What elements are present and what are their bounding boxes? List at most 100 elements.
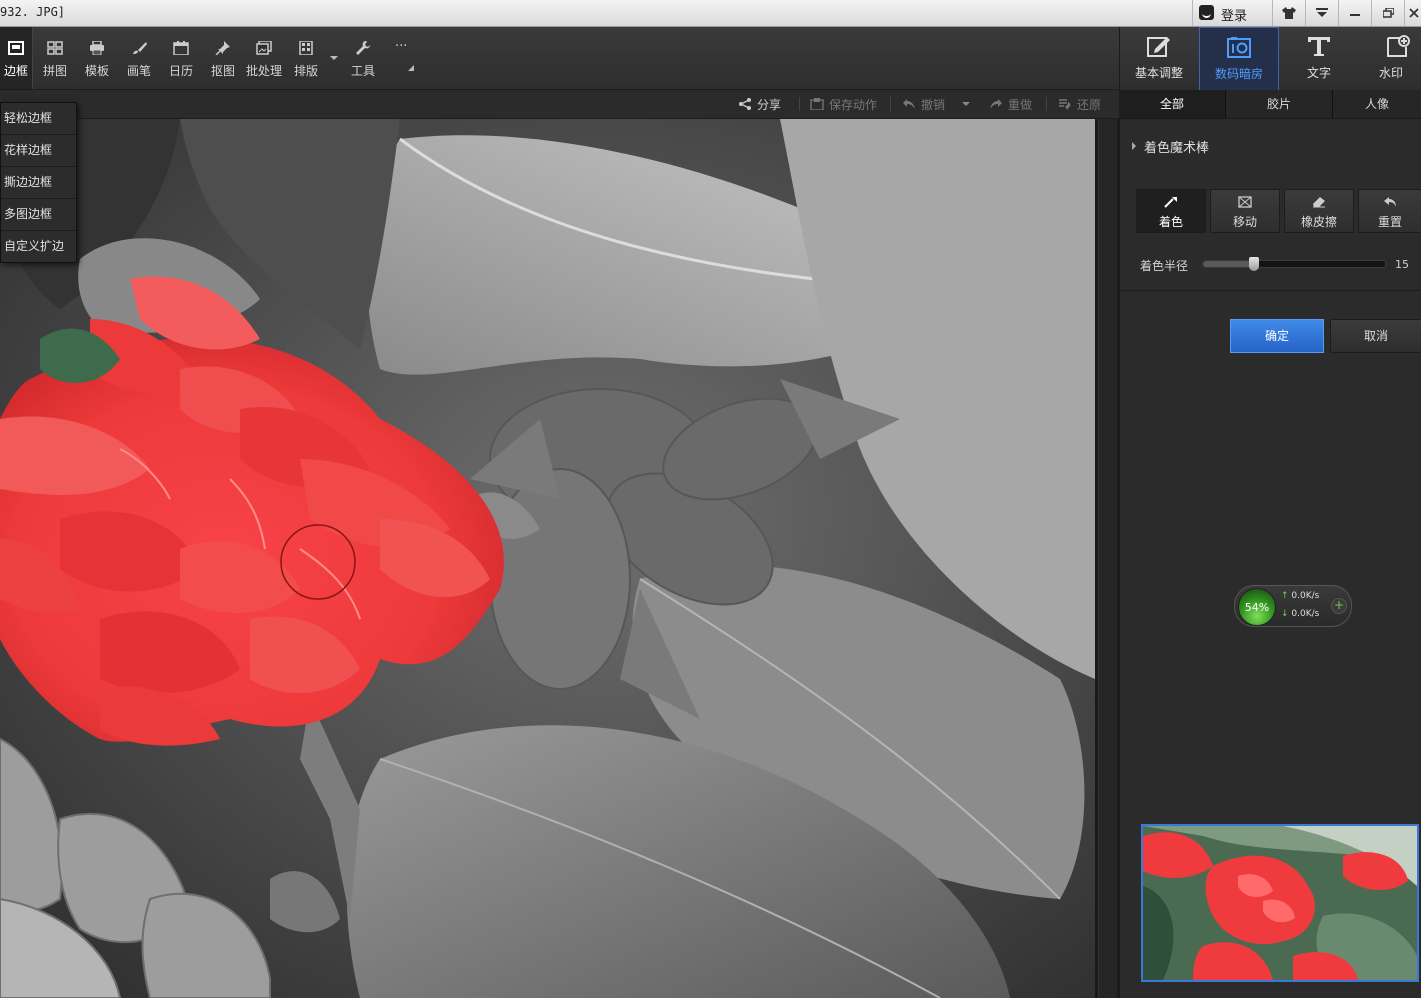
calendar-icon [173, 41, 189, 55]
user-face-icon [1199, 5, 1214, 20]
tab-watermark[interactable]: 水印 [1360, 27, 1421, 89]
main-toolbar: 边框 拼图 模板 画笔 日历 抠图 批处理 排版 工具 ··· [0, 27, 1119, 90]
tab-label: 基本调整 [1134, 66, 1183, 80]
restore-button[interactable] [1371, 0, 1404, 26]
tool-frame[interactable]: 边框 [0, 27, 33, 89]
layout-dropdown-arrow[interactable] [330, 56, 338, 60]
radius-slider-thumb[interactable] [1249, 257, 1259, 271]
more-tools-button[interactable]: ··· [395, 39, 407, 54]
tool-cutout[interactable]: 抠图 [202, 27, 244, 89]
cancel-button[interactable]: 取消 [1330, 319, 1421, 353]
pin-icon [215, 41, 230, 55]
radius-slider[interactable] [1202, 257, 1386, 271]
plus-icon[interactable]: + [1331, 598, 1347, 614]
menu-item-custom-border[interactable]: 自定义扩边 [1, 231, 76, 262]
original-thumbnail[interactable] [1141, 824, 1419, 982]
tool-tools[interactable]: 工具 [342, 27, 384, 89]
skin-button[interactable] [1272, 0, 1305, 26]
undo-button[interactable]: 撤销 [902, 96, 945, 113]
undo-dropdown-arrow[interactable] [962, 102, 970, 106]
close-icon [1408, 8, 1419, 18]
upload-rate: ↑ 0.0K/s [1281, 591, 1319, 601]
eraser-icon [1313, 197, 1325, 208]
edit-square-icon [1147, 37, 1170, 57]
tool-template[interactable]: 模板 [76, 27, 118, 89]
canvas-scrollbar[interactable] [1098, 119, 1117, 998]
minimize-button[interactable] [1338, 0, 1371, 26]
tool-label: 工具 [350, 64, 375, 78]
subtab-film[interactable]: 胶片 [1226, 90, 1333, 118]
mode-reset-button[interactable]: 重置 [1358, 189, 1421, 233]
redo-icon [990, 99, 1002, 109]
move-icon [1238, 196, 1252, 208]
share-icon [739, 98, 751, 110]
right-panel: 着色魔术棒 着色 移动 橡皮擦 重置 着色半径 15 确定 取消 54% ↑ 0… [1119, 119, 1421, 998]
tool-brush[interactable]: 画笔 [118, 27, 160, 89]
tab-text[interactable]: 文字 [1280, 27, 1358, 89]
mode-move-button[interactable]: 移动 [1210, 189, 1280, 233]
download-rate-value: 0.0K/s [1291, 609, 1320, 619]
mode-label: 着色 [1158, 215, 1183, 229]
login-button[interactable]: 登录 [1192, 0, 1271, 26]
mode-eraser-button[interactable]: 橡皮擦 [1284, 189, 1354, 233]
save-action-label: 保存动作 [829, 98, 878, 112]
mode-colorize-button[interactable]: 着色 [1136, 189, 1206, 233]
wand-icon [1164, 197, 1177, 208]
radius-label: 着色半径 [1140, 259, 1189, 273]
restore-label: 还原 [1077, 98, 1102, 112]
shirt-icon [1282, 7, 1296, 19]
tool-collage[interactable]: 拼图 [34, 27, 76, 89]
tool-label: 日历 [168, 64, 193, 78]
share-label: 分享 [757, 98, 782, 112]
restore-original-button[interactable]: 还原 [1058, 96, 1101, 113]
tool-layout[interactable]: 排版 [285, 27, 327, 89]
divider [890, 97, 891, 111]
undo-label: 撤销 [921, 98, 946, 112]
frame-icon [8, 41, 24, 55]
window-title: 932. JPG] [0, 5, 66, 19]
tab-label: 数码暗房 [1214, 67, 1263, 81]
minimize-icon [1350, 14, 1360, 16]
menu-item-fancy-frame[interactable]: 花样边框 [1, 135, 76, 167]
subtab-portrait[interactable]: 人像 [1333, 90, 1421, 118]
batch-icon [256, 41, 272, 55]
download-rate: ↓ 0.0K/s [1281, 609, 1319, 619]
frame-dropdown-menu: 轻松边框 花样边框 撕边边框 多图边框 自定义扩边 [0, 102, 77, 263]
mode-label: 橡皮擦 [1300, 215, 1337, 229]
menu-button[interactable] [1305, 0, 1338, 26]
subtab-all[interactable]: 全部 [1119, 90, 1226, 118]
corner-arrow-icon[interactable] [408, 65, 414, 71]
menu-item-easy-frame[interactable]: 轻松边框 [1, 103, 76, 135]
reset-icon [1384, 197, 1396, 207]
divider [1120, 290, 1421, 291]
tool-label: 拼图 [42, 64, 67, 78]
tab-basic-adjust[interactable]: 基本调整 [1120, 27, 1198, 89]
tool-batch[interactable]: 批处理 [243, 27, 285, 89]
photo-image[interactable] [0, 119, 1095, 998]
share-button[interactable]: 分享 [738, 96, 781, 113]
redo-label: 重做 [1008, 98, 1033, 112]
photo-canvas[interactable] [0, 119, 1119, 998]
network-speed-widget[interactable]: 54% ↑ 0.0K/s ↓ 0.0K/s + [1234, 585, 1352, 627]
upload-rate-value: 0.0K/s [1291, 591, 1320, 601]
redo-button[interactable]: 重做 [989, 96, 1032, 113]
tool-calendar[interactable]: 日历 [160, 27, 202, 89]
tab-label: 水印 [1378, 66, 1403, 80]
tab-label: 文字 [1306, 66, 1331, 80]
close-button[interactable] [1404, 0, 1421, 26]
tool-label: 排版 [293, 64, 318, 78]
radius-value: 15 [1395, 258, 1409, 271]
save-action-icon [810, 98, 824, 110]
section-title: 着色魔术棒 [1144, 141, 1210, 156]
tool-label: 边框 [3, 64, 28, 78]
menu-item-multi-frame[interactable]: 多图边框 [1, 199, 76, 231]
save-action-button[interactable]: 保存动作 [810, 96, 877, 113]
confirm-button[interactable]: 确定 [1230, 319, 1324, 353]
section-collapse-arrow[interactable] [1132, 142, 1136, 150]
divider [799, 97, 800, 111]
tool-label: 画笔 [126, 64, 151, 78]
menu-item-torn-frame[interactable]: 撕边边框 [1, 167, 76, 199]
darkroom-icon [1227, 37, 1251, 58]
tab-darkroom[interactable]: 数码暗房 [1199, 27, 1279, 91]
tool-label: 模板 [84, 64, 109, 78]
